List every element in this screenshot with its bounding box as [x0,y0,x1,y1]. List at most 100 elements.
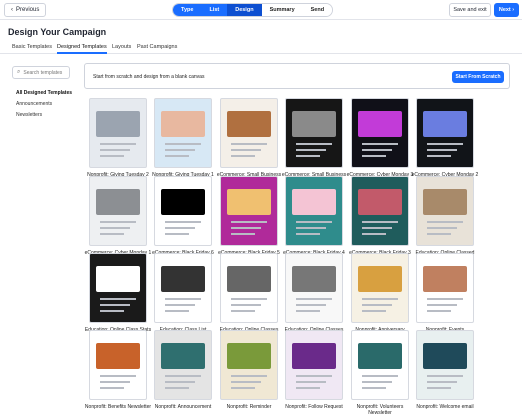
sidebar-item-all[interactable]: All Designed Templates [16,90,72,96]
template-preview-line [231,387,255,389]
template-preview-image [292,189,336,215]
template-preview-line [427,221,463,223]
template-preview-line [362,143,398,145]
template-thumbnail[interactable] [220,176,278,246]
template-preview-line [231,298,267,300]
template-preview-line [427,310,451,312]
template-thumbnail[interactable] [154,98,212,168]
sidebar-item-announcements[interactable]: Announcements [16,101,52,107]
template-thumbnail[interactable] [285,98,343,168]
tab-past-campaigns[interactable]: Past Campaigns [137,44,177,50]
template-thumbnail[interactable] [154,176,212,246]
sidebar-item-newsletters[interactable]: Newsletters [16,112,42,118]
template-preview-line [296,227,326,229]
template-preview-line [427,233,451,235]
template-preview-line [427,155,451,157]
template-preview-image [358,343,402,369]
template-preview-line [165,304,195,306]
template-preview-image [292,111,336,137]
template-thumbnail[interactable] [285,176,343,246]
save-and-exit-button[interactable]: Save and exit [449,3,491,17]
banner-text: Start from scratch and design from a bla… [93,74,205,80]
template-thumbnail[interactable] [416,98,474,168]
template-thumbnail[interactable] [416,176,474,246]
template-name: Nonprofit: Reminder [226,404,272,410]
template-preview-line [427,375,463,377]
template-preview-image [423,189,467,215]
template-thumbnail[interactable] [416,253,474,323]
template-preview-line [362,375,398,377]
search-input[interactable]: ⌕ Search templates [12,66,70,79]
tab-layouts[interactable]: Layouts [112,44,131,50]
step-send[interactable]: Send [302,4,333,16]
template-preview-line [296,387,320,389]
template-preview-image [227,266,271,292]
template-name: Nonprofit: Follow Request [285,404,343,410]
template-preview-line [100,375,136,377]
step-type[interactable]: Type [173,4,202,16]
template-thumbnail[interactable] [220,98,278,168]
template-preview-image [96,189,140,215]
template-thumbnail[interactable] [351,253,409,323]
template-preview-line [362,221,398,223]
template-thumbnail[interactable] [154,253,212,323]
template-preview-line [231,149,261,151]
template-preview-line [100,227,130,229]
template-preview-line [100,233,124,235]
template-preview-line [427,149,457,151]
next-button[interactable]: Next › [494,3,519,17]
template-preview-line [231,221,267,223]
template-name: Nonprofit: Volunteers Newsletter [356,404,404,417]
template-preview-line [427,381,457,383]
template-name: Nonprofit: Announcement [154,404,212,410]
template-preview-line [427,304,457,306]
template-thumbnail[interactable] [89,176,147,246]
template-thumbnail[interactable] [89,98,147,168]
template-preview-line [165,149,195,151]
previous-label: Previous [16,7,40,13]
template-preview-image [227,111,271,137]
template-thumbnail[interactable] [285,330,343,400]
template-preview-line [362,233,386,235]
template-preview-image [292,266,336,292]
template-preview-line [165,143,201,145]
template-preview-line [100,310,124,312]
step-list[interactable]: List [201,4,228,16]
template-thumbnail[interactable] [351,98,409,168]
template-preview-line [100,298,136,300]
template-preview-line [165,227,195,229]
template-preview-line [231,227,261,229]
previous-button[interactable]: ‹ Previous [4,3,47,17]
step-design[interactable]: Design [227,4,262,16]
template-preview-image [423,343,467,369]
step-summary[interactable]: Summary [261,4,303,16]
template-preview-line [362,387,386,389]
tab-designed-templates[interactable]: Designed Templates [57,44,107,54]
template-thumbnail[interactable] [89,330,147,400]
template-preview-image [96,111,140,137]
template-preview-line [165,221,201,223]
step-progress: Type List Design Summary Send [172,3,334,17]
start-from-scratch-button[interactable]: Start From Scratch [452,71,504,83]
template-thumbnail[interactable] [220,253,278,323]
template-thumbnail[interactable] [154,330,212,400]
template-preview-image [227,343,271,369]
template-thumbnail[interactable] [351,330,409,400]
tab-basic-templates[interactable]: Basic Templates [12,44,52,50]
template-preview-line [165,298,201,300]
template-preview-line [296,304,326,306]
template-preview-line [362,304,392,306]
template-preview-line [296,233,320,235]
template-preview-image [96,266,140,292]
template-name: Nonprofit: Welcome email [416,404,474,410]
template-preview-line [296,149,326,151]
template-preview-line [362,381,392,383]
template-thumbnail[interactable] [220,330,278,400]
template-thumbnail[interactable] [285,253,343,323]
template-thumbnail[interactable] [351,176,409,246]
template-preview-line [231,375,267,377]
template-preview-line [362,298,398,300]
template-thumbnail[interactable] [89,253,147,323]
template-thumbnail[interactable] [416,330,474,400]
template-preview-line [296,155,320,157]
